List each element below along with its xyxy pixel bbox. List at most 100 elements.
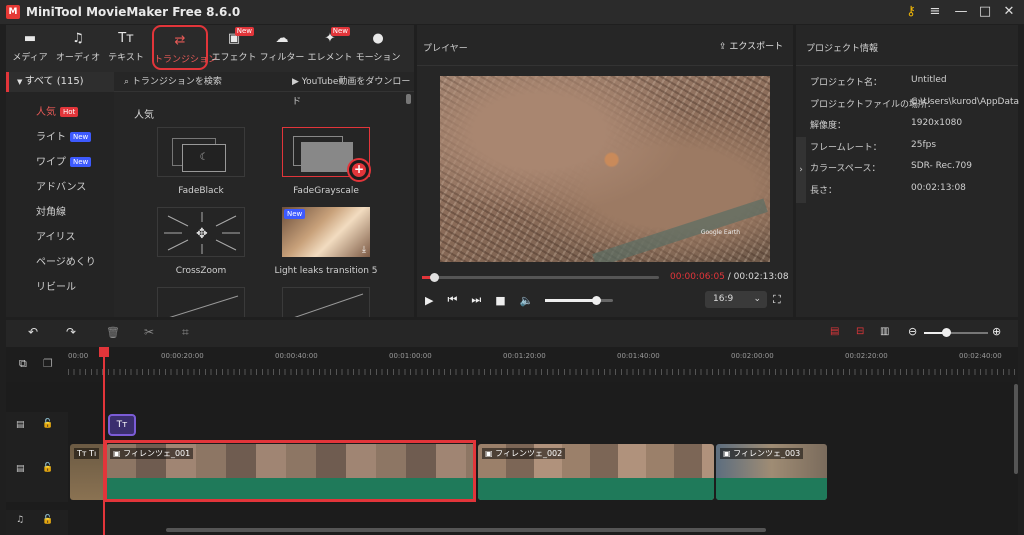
zoom-out-icon[interactable]: ⊖: [908, 325, 917, 338]
toolbar-tab-4[interactable]: ▣ エフェクト New: [210, 25, 258, 72]
toolbar-tab-0[interactable]: ▬ メディア: [6, 25, 54, 72]
seek-handle[interactable]: [429, 273, 439, 282]
category-badge: Hot: [60, 107, 79, 117]
category-item[interactable]: ライト New: [6, 125, 114, 150]
info-key: フレームレート：: [810, 142, 882, 153]
film-icon: ▤: [16, 464, 25, 474]
undo-icon[interactable]: ↶: [28, 325, 38, 339]
info-key: 長さ：: [810, 185, 838, 196]
category-label: 人気: [36, 107, 56, 118]
category-item[interactable]: ワイプ New: [6, 150, 114, 175]
transition-thumb-crosszoom[interactable]: ✥: [157, 207, 245, 257]
transition-thumb-lightleaks[interactable]: New ⤓: [282, 207, 370, 257]
toolbar-tab-label: エレメント: [307, 53, 353, 63]
previous-frame-icon[interactable]: ⏮: [447, 293, 457, 307]
transition-thumb-fadeblack[interactable]: ☾: [157, 127, 245, 177]
clip-label: ▣ フィレンツェ_002: [482, 448, 566, 459]
split-audio-icon[interactable]: ⊟: [856, 326, 864, 337]
export-icon: ⇪: [719, 42, 730, 52]
marker-icon[interactable]: ▥: [880, 326, 889, 337]
volume-slider[interactable]: [545, 296, 613, 305]
menu-icon[interactable]: ≡: [922, 0, 948, 24]
timeline-ruler[interactable]: ⧉ ❐ 00:00 00:00:20:00 00:00:40:00 00:01:00:…: [6, 347, 1018, 382]
copy-track-icon[interactable]: ❐: [43, 357, 53, 370]
play-icon[interactable]: ▶: [425, 294, 433, 307]
zoom-slider[interactable]: [924, 328, 988, 337]
clip-audio-wave: [716, 478, 827, 500]
category-item[interactable]: リビール: [6, 275, 114, 300]
title-clip[interactable]: Tт Tı: [70, 444, 106, 500]
playhead[interactable]: [99, 347, 109, 535]
youtube-download-label: YouTube動画をダウンロード: [292, 77, 411, 107]
crop-icon[interactable]: ⌗: [182, 325, 189, 340]
category-list: 人気 Hot ライト New ワイプ New アドバンス 対角線 アイリス ページめくり リビール: [6, 92, 114, 300]
info-value: 25fps: [911, 139, 937, 150]
playhead-handle[interactable]: [99, 347, 109, 357]
toolbar-tab-3[interactable]: ⇄ トランジション: [152, 25, 218, 70]
divider: [796, 65, 1018, 66]
toolbar-tab-2[interactable]: Tт テキスト: [102, 25, 150, 72]
toolbar-tab-label: エフェクト: [211, 53, 257, 63]
maximize-button[interactable]: □: [972, 0, 998, 24]
text-clip[interactable]: Tт: [108, 414, 136, 436]
zoom-handle[interactable]: [942, 328, 951, 337]
category-item[interactable]: ページめくり: [6, 250, 114, 275]
add-plus-icon[interactable]: +: [352, 163, 366, 177]
fullscreen-icon[interactable]: ⛶: [773, 293, 781, 307]
toolbar-tab-7[interactable]: ● モーション: [354, 25, 402, 72]
next-frame-icon[interactable]: ⏭: [471, 293, 481, 307]
seek-bar[interactable]: [422, 273, 659, 282]
info-value: 00:02:13:08: [911, 182, 966, 193]
lock-icon[interactable]: 🔓: [42, 419, 53, 429]
clip-label-text: フィレンツェ_003: [733, 449, 801, 458]
add-track-icon[interactable]: ⧉: [19, 357, 27, 371]
toolbar-tab-label: トランジション: [154, 55, 218, 65]
video-clip[interactable]: ▣ フィレンツェ_002: [478, 444, 714, 500]
transition-thumb-more-1[interactable]: [157, 287, 245, 317]
youtube-download-link[interactable]: ▶ YouTube動画をダウンロード: [292, 72, 414, 112]
ruler-label: 00:00: [68, 352, 89, 360]
category-all-label: すべて (115): [24, 76, 84, 87]
minimize-button[interactable]: —: [948, 0, 974, 24]
lock-icon[interactable]: 🔓: [42, 463, 53, 473]
lock-icon[interactable]: 🔓: [42, 515, 53, 525]
category-item[interactable]: アドバンス: [6, 175, 114, 200]
toolbar-tab-1[interactable]: ♫ オーディオ: [54, 25, 102, 72]
timeline-toolbar: ↶ ↷ 🗑 ✂ ⌗ ▤ ⊟ ▥ ⊖ ⊕: [6, 320, 1018, 347]
collapse-arrow-icon[interactable]: ›: [796, 137, 806, 203]
video-clip[interactable]: ▣ フィレンツェ_003: [716, 444, 827, 500]
timeline-hscrollbar[interactable]: [166, 528, 766, 532]
scissors-icon[interactable]: ✂: [144, 325, 154, 339]
volume-handle[interactable]: [592, 296, 601, 305]
close-button[interactable]: ✕: [996, 0, 1022, 24]
timeline-vscrollbar[interactable]: [1014, 384, 1018, 474]
browser-scrollbar[interactable]: [406, 94, 411, 104]
ruler-label: 00:01:20:00: [503, 352, 546, 360]
ruler-label: 00:02:20:00: [845, 352, 888, 360]
project-info-panel: プロジェクト情報 › プロジェクト名： Untitled プロジェクトファイルの場所…: [796, 25, 1019, 317]
toolbar-tab-5[interactable]: ☁ フィルター: [258, 25, 306, 72]
toolbar-tab-label: メディア: [12, 53, 48, 63]
toolbar-tab-6[interactable]: ✦ エレメント New: [306, 25, 354, 72]
snap-icon[interactable]: ▤: [830, 326, 839, 337]
search-input[interactable]: トランジションを検索: [132, 77, 222, 87]
download-icon[interactable]: ⤓: [362, 245, 366, 255]
time-separator: /: [724, 272, 734, 282]
delete-icon[interactable]: 🗑: [106, 326, 120, 339]
category-item[interactable]: 対角線: [6, 200, 114, 225]
category-item[interactable]: 人気 Hot: [6, 100, 114, 125]
transition-thumb-more-2[interactable]: [282, 287, 370, 317]
export-button[interactable]: ⇪ エクスポート: [719, 39, 783, 52]
category-item[interactable]: アイリス: [6, 225, 114, 250]
transition-thumb-fadegrayscale[interactable]: +: [282, 127, 371, 182]
redo-icon[interactable]: ↷: [66, 325, 76, 339]
zoom-in-icon[interactable]: ⊕: [992, 325, 1001, 338]
category-all[interactable]: ▼ すべて (115): [6, 72, 114, 92]
stop-icon[interactable]: ■: [495, 294, 505, 307]
volume-icon[interactable]: 🔈: [520, 294, 534, 307]
app-window: M MiniTool MovieMaker Free 8.6.0 ⚷ ≡ — □…: [0, 0, 1024, 535]
info-key: プロジェクト名：: [810, 78, 883, 88]
key-icon[interactable]: ⚷: [898, 0, 924, 24]
category-badge: New: [70, 157, 92, 167]
aspect-ratio-select[interactable]: 16:9 ⌄: [705, 291, 767, 308]
